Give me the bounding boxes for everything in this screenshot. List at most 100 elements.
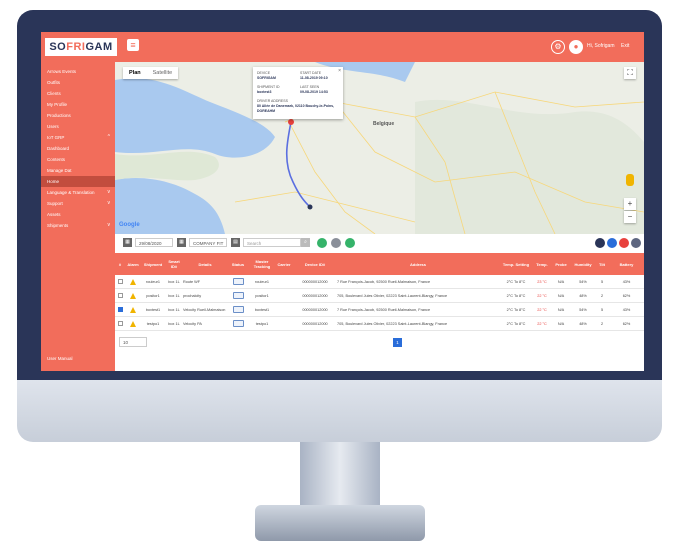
sidebar-item-shipments[interactable]: Shipments v bbox=[41, 220, 115, 231]
logout-link[interactable]: Exit bbox=[621, 43, 629, 49]
pie-chart-icon[interactable] bbox=[595, 238, 605, 248]
page-size-select[interactable]: 10 bbox=[119, 337, 147, 347]
brand-logo[interactable]: SOFRIGAM bbox=[45, 38, 117, 56]
cell-probe: N/A bbox=[557, 321, 565, 326]
cell-probe: N/A bbox=[557, 279, 565, 284]
cell-temp-setting: 2°C To 8°C bbox=[506, 279, 526, 284]
table-row[interactable]: positor1 box 1L prochalcity positor1 000… bbox=[115, 289, 644, 303]
cell-battery: 62% bbox=[622, 321, 631, 326]
col-device-id[interactable]: Device ID# bbox=[293, 253, 337, 275]
sidebar-item-label: Shipments bbox=[47, 223, 69, 228]
cell-shipment[interactable]: rouleur1 bbox=[141, 275, 165, 288]
col-status[interactable]: Status bbox=[227, 253, 249, 275]
col-temp[interactable]: Temp. bbox=[533, 253, 551, 275]
map-type-plan[interactable]: Plan bbox=[123, 67, 147, 79]
sidebar-item-iot[interactable]: IoT GRP ^ bbox=[41, 132, 115, 143]
map-type-satellite[interactable]: Satellite bbox=[147, 67, 179, 79]
col-tilt[interactable]: Tilt bbox=[595, 253, 609, 275]
map-canvas bbox=[115, 62, 644, 234]
sidebar-item-my-profile[interactable]: My Profile bbox=[41, 99, 115, 110]
col-battery[interactable]: Battery bbox=[609, 253, 644, 275]
menu-toggle-icon[interactable]: ≡ bbox=[127, 39, 139, 51]
col-address[interactable]: Address bbox=[337, 253, 499, 275]
truck-status-icon[interactable] bbox=[227, 289, 249, 302]
sidebar-item-outfits[interactable]: Outfits bbox=[41, 77, 115, 88]
calendar-icon[interactable]: ▦ bbox=[123, 238, 132, 247]
col-temp-setting[interactable]: Temp. Setting bbox=[499, 253, 533, 275]
sidebar-item-assets[interactable]: Assets bbox=[41, 209, 115, 220]
col-alarm[interactable]: Alarm bbox=[125, 253, 141, 275]
cell-humidity: 54% bbox=[579, 307, 587, 312]
zoom-out-icon[interactable]: − bbox=[624, 211, 636, 223]
cell-shipment[interactable]: boxtest1 bbox=[141, 303, 165, 316]
sidebar-item-manage-data[interactable]: Manage Dat bbox=[41, 165, 115, 176]
alert-icon[interactable] bbox=[619, 238, 629, 248]
search-input[interactable]: Search bbox=[243, 238, 301, 247]
check-filter-icon[interactable] bbox=[345, 238, 355, 248]
sidebar-item-home[interactable]: Home bbox=[41, 176, 115, 187]
cell-humidity: 48% bbox=[579, 293, 587, 298]
pagination-page-button[interactable]: 1 bbox=[393, 338, 402, 347]
truck-status-icon[interactable] bbox=[227, 317, 249, 330]
sidebar-item-productions[interactable]: Productions bbox=[41, 110, 115, 121]
close-icon[interactable]: × bbox=[338, 68, 341, 74]
sidebar-item-label: Assets bbox=[47, 212, 61, 217]
zoom-in-icon[interactable]: + bbox=[624, 198, 636, 210]
col-probe[interactable]: Probe bbox=[551, 253, 571, 275]
user-manual-link[interactable]: User Manual bbox=[41, 356, 73, 361]
search-icon[interactable]: ⌕ bbox=[301, 238, 310, 247]
sidebar-item-language[interactable]: Language & Translation v bbox=[41, 187, 115, 198]
sidebar-footer[interactable]: User Manual bbox=[41, 353, 115, 365]
cell-shipment[interactable]: testpo1 bbox=[141, 317, 165, 330]
map-view[interactable]: Plan Satellite DEVICE SOFRIGAM START DATE… bbox=[115, 62, 644, 234]
street-view-icon[interactable] bbox=[626, 174, 634, 186]
calendar-icon[interactable]: ▦ bbox=[177, 238, 186, 247]
col-humidity[interactable]: Humidity bbox=[571, 253, 595, 275]
sidebar-item-arrows-events[interactable]: Arrows Events bbox=[41, 66, 115, 77]
date-filter[interactable]: 29/08/2020 bbox=[135, 238, 173, 247]
table-row[interactable]: rouleur1 box 1L Route WF rouleur1 000000… bbox=[115, 275, 644, 289]
fullscreen-icon[interactable]: ⛶ bbox=[624, 67, 636, 79]
sidebar-item-clients[interactable]: Clients bbox=[41, 88, 115, 99]
cell-address: 705, Boulevard Jules Olivier, 02223 Sain… bbox=[337, 293, 448, 298]
truck-filter-icon[interactable] bbox=[317, 238, 327, 248]
cell-temp: 22 °C bbox=[537, 293, 547, 298]
row-checkbox[interactable] bbox=[115, 303, 125, 316]
cell-shipment[interactable]: positor1 bbox=[141, 289, 165, 302]
truck-status-icon[interactable] bbox=[227, 275, 249, 288]
col-details[interactable]: Details bbox=[183, 253, 227, 275]
col-carrier[interactable]: Carrier bbox=[275, 253, 293, 275]
row-checkbox[interactable] bbox=[115, 317, 125, 330]
sidebar-item-dashboard[interactable]: Dashboard bbox=[41, 143, 115, 154]
cell-tilt: 5 bbox=[600, 279, 604, 284]
sidebar-item-contents[interactable]: Contents bbox=[41, 154, 115, 165]
globe-icon[interactable] bbox=[631, 238, 641, 248]
row-checkbox[interactable] bbox=[115, 289, 125, 302]
top-bar: SOFRIGAM ≡ ⚙ ● Hi, Sofrigam Exit bbox=[41, 32, 644, 62]
map-info-popup: DEVICE SOFRIGAM START DATE 11-08-2019 09… bbox=[253, 67, 343, 119]
user-name[interactable]: Hi, Sofrigam bbox=[587, 43, 615, 49]
row-checkbox[interactable] bbox=[115, 275, 125, 288]
table-row[interactable]: boxtest1 box 1L Velocity Rueil-Malmaison… bbox=[115, 303, 644, 317]
warning-icon bbox=[125, 303, 141, 316]
settings-icon[interactable]: ⚙ bbox=[551, 40, 565, 54]
avatar-icon[interactable]: ● bbox=[569, 40, 583, 54]
col-master-tracking[interactable]: Master Tracking bbox=[249, 253, 275, 275]
truck-status-icon[interactable] bbox=[227, 303, 249, 316]
table-row[interactable]: testpo1 box 1L Velocity PA testpo1 00000… bbox=[115, 317, 644, 331]
col-smart-id[interactable]: Smart ID# bbox=[165, 253, 183, 275]
sidebar-item-label: Manage Dat bbox=[47, 168, 72, 173]
sidebar-item-label: Language & Translation bbox=[47, 190, 95, 195]
clock-filter-icon[interactable] bbox=[331, 238, 341, 248]
col-shipment[interactable]: Shipment bbox=[141, 253, 165, 275]
company-filter[interactable]: COMPANY FIT bbox=[189, 238, 227, 247]
monitor-stand-neck bbox=[300, 442, 380, 512]
sidebar-item-support[interactable]: Support v bbox=[41, 198, 115, 209]
cell-battery: 43% bbox=[622, 307, 631, 312]
cell-device-id: 000000012000 bbox=[302, 293, 328, 298]
filter-icon[interactable]: ▤ bbox=[231, 238, 240, 247]
col-index: # bbox=[118, 261, 122, 267]
cell-temp: 22 °C bbox=[537, 321, 547, 326]
sidebar-item-users[interactable]: Users bbox=[41, 121, 115, 132]
map-pin-icon[interactable] bbox=[607, 238, 617, 248]
